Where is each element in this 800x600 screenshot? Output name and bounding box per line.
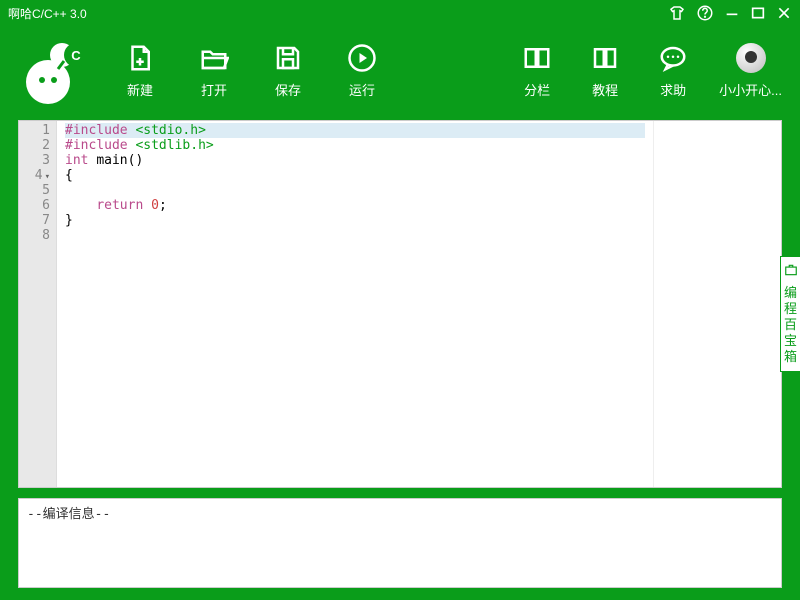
code-line[interactable] [65,228,645,243]
book-icon [589,42,621,74]
editor: 12345678 #include <stdio.h>#include <std… [18,120,782,488]
user-button[interactable]: 小小开心... [719,42,782,99]
close-icon[interactable] [776,5,792,21]
line-number: 7 [19,213,50,228]
new-button[interactable]: 新建 [118,42,162,99]
line-number: 3 [19,153,50,168]
minimize-icon[interactable] [724,5,740,21]
titlebar: 啊哈C/C++ 3.0 [0,0,800,26]
run-icon [346,42,378,74]
save-label: 保存 [275,80,301,99]
line-number: 6 [19,198,50,213]
code-area[interactable]: 12345678 #include <stdio.h>#include <std… [19,121,653,487]
new-label: 新建 [127,80,153,99]
split-icon [521,42,553,74]
maximize-icon[interactable] [750,5,766,21]
toolbox-icon [783,263,798,281]
app-logo: C [18,35,98,105]
help-label: 求助 [660,80,686,99]
line-gutter: 12345678 [19,121,57,487]
split-label: 分栏 [524,80,550,99]
new-file-icon [124,42,156,74]
code-line[interactable]: #include <stdlib.h> [65,138,645,153]
save-button[interactable]: 保存 [266,42,310,99]
split-button[interactable]: 分栏 [515,42,559,99]
line-number: 2 [19,138,50,153]
svg-text:C: C [71,48,81,63]
output-panel[interactable]: --编译信息-- [18,498,782,588]
side-tab-label: 编程百宝箱 [784,285,797,364]
help-button[interactable]: 求助 [651,42,695,99]
tutorial-button[interactable]: 教程 [583,42,627,99]
code-line[interactable] [65,183,645,198]
save-icon [272,42,304,74]
window-title: 啊哈C/C++ 3.0 [8,5,668,22]
toolbar-right: 分栏 教程 求助 小小开心... [515,42,782,99]
toolbar-left: 新建 打开 保存 运行 [118,42,384,99]
line-number: 4 [19,168,50,183]
line-number: 1 [19,123,50,138]
user-label: 小小开心... [719,80,782,99]
line-number: 5 [19,183,50,198]
window-controls [668,4,792,22]
chat-icon [657,42,689,74]
run-button[interactable]: 运行 [340,42,384,99]
toolbar: C 新建 打开 保存 运行 分栏 教程 [0,26,800,116]
code-line[interactable]: return 0; [65,198,645,213]
line-number: 8 [19,228,50,243]
open-label: 打开 [201,80,227,99]
avatar-icon [735,42,767,74]
code-line[interactable]: { [65,168,645,183]
side-toolbox-tab[interactable]: 编程百宝箱 [780,256,800,372]
tutorial-label: 教程 [592,80,618,99]
tshirt-icon[interactable] [668,4,686,22]
code-line[interactable]: } [65,213,645,228]
code-lines[interactable]: #include <stdio.h>#include <stdlib.h>int… [57,121,653,487]
open-folder-icon [198,42,230,74]
minimap[interactable] [653,121,781,487]
open-button[interactable]: 打开 [192,42,236,99]
run-label: 运行 [349,80,375,99]
output-text: --编译信息-- [27,507,110,522]
code-line[interactable]: int main() [65,153,645,168]
help-icon[interactable] [696,4,714,22]
code-line[interactable]: #include <stdio.h> [65,123,645,138]
